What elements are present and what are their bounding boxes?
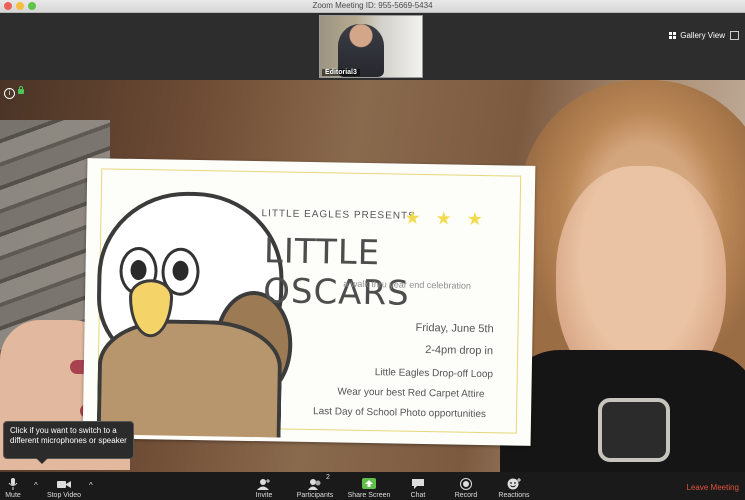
main-video: LITTLE EAGLES PRESENTS ★ ★ ★ LITTLE OSCA… [0,80,745,472]
info-icon[interactable]: i [4,88,15,99]
record-button[interactable]: Record [452,472,480,500]
video-options-caret[interactable]: ^ [89,481,93,490]
lock-icon[interactable] [18,86,24,94]
microphone-icon [8,478,18,490]
participant-name-label: Editorial3 [322,69,360,76]
audio-options-caret[interactable]: ^ [34,481,38,490]
invite-button[interactable]: Invite [252,472,276,500]
meeting-toolbar: Mute ^ Stop Video ^ Invite Participants … [0,472,745,500]
star-icons: ★ ★ ★ [404,207,489,230]
eagle-body [96,318,283,438]
chat-label: Chat [410,492,426,499]
card-location: Little Eagles Drop-off Loop [374,367,494,381]
gallery-view-button[interactable]: Gallery View [669,31,725,40]
grid-icon [669,32,677,39]
gallery-view-label: Gallery View [680,31,725,40]
reactions-icon [507,478,521,490]
invitation-card: LITTLE EAGLES PRESENTS ★ ★ ★ LITTLE OSCA… [82,158,536,446]
chat-button[interactable]: Chat [406,472,430,500]
card-date: Friday, June 5th [415,321,494,336]
participants-count: 2 [326,474,330,481]
share-screen-label: Share Screen [347,492,391,499]
title-bar: Zoom Meeting ID: 955-5669-5434 [0,0,745,13]
participant-strip: Editorial3 Gallery View [0,13,745,80]
participants-label: Participants [296,492,334,499]
record-label: Record [454,492,478,499]
audio-tooltip: Click if you want to switch to a differe… [3,421,134,464]
reactions-label: Reactions [498,492,530,499]
stop-video-button[interactable]: Stop Video [46,472,82,500]
stop-video-label: Stop Video [46,492,82,499]
video-camera-icon [57,481,71,488]
window-title: Zoom Meeting ID: 955-5669-5434 [312,1,433,10]
participant-thumbnail[interactable]: Editorial3 [319,15,423,78]
card-title: LITTLE OSCARS [262,231,411,314]
participants-icon [308,479,321,490]
add-person-icon [257,479,270,490]
record-icon [460,478,472,490]
share-screen-icon [362,478,376,489]
invite-label: Invite [255,492,273,499]
mute-label: Mute [5,492,21,499]
share-screen-button[interactable]: Share Screen [346,472,392,500]
wrist-watch [598,398,670,462]
leave-meeting-button[interactable]: Leave Meeting [687,483,739,492]
chat-icon [412,479,424,489]
fullscreen-icon[interactable] [730,31,739,40]
reactions-button[interactable]: Reactions [496,472,532,500]
card-time: 2-4pm drop in [425,344,494,358]
mute-button[interactable]: Mute [2,472,24,500]
